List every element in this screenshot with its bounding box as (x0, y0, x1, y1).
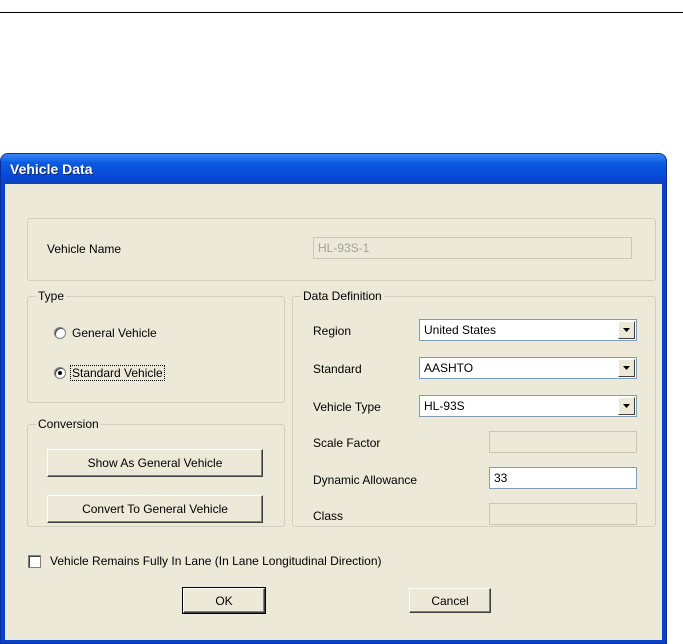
dynamic-allowance-field[interactable]: 33 (489, 467, 637, 489)
standard-dropdown-button[interactable] (618, 359, 635, 377)
region-dropdown-button[interactable] (618, 321, 635, 339)
lane-checkbox-label: Vehicle Remains Fully In Lane (In Lane L… (50, 554, 382, 568)
dialog-title: Vehicle Data (10, 161, 93, 177)
show-as-general-vehicle-label: Show As General Vehicle (87, 456, 223, 470)
convert-to-general-vehicle-button[interactable]: Convert To General Vehicle (47, 495, 263, 523)
class-label: Class (313, 509, 344, 523)
radio-button-selected[interactable] (54, 367, 66, 379)
standard-value: AASHTO (424, 361, 474, 375)
ok-button[interactable]: OK (182, 587, 266, 614)
vehicle-name-field[interactable]: HL-93S-1 (313, 237, 632, 259)
chevron-down-icon (623, 328, 630, 332)
radio-button[interactable] (54, 327, 66, 339)
region-value: United States (424, 323, 497, 337)
show-as-general-vehicle-button[interactable]: Show As General Vehicle (47, 449, 263, 477)
data-definition-group: Data Definition Region United States Sta… (292, 289, 656, 527)
radio-general-vehicle-label: General Vehicle (72, 326, 157, 340)
vehicle-type-label: Vehicle Type (313, 400, 381, 414)
conversion-group: Conversion Show As General Vehicle Conve… (27, 417, 285, 527)
scale-factor-field[interactable] (489, 431, 637, 453)
radio-dot-icon (58, 371, 62, 375)
class-field[interactable] (489, 503, 637, 525)
vehicle-data-dialog: Vehicle Data Vehicle Name HL-93S-1 Type … (0, 153, 667, 644)
convert-to-general-vehicle-label: Convert To General Vehicle (82, 502, 228, 516)
scale-factor-label: Scale Factor (313, 436, 381, 450)
dynamic-allowance-label: Dynamic Allowance (313, 473, 418, 487)
region-select[interactable]: United States (419, 319, 637, 341)
vehicle-type-dropdown-button[interactable] (618, 397, 635, 415)
cancel-button[interactable]: Cancel (409, 588, 491, 613)
dialog-client-area: Vehicle Name HL-93S-1 Type General Vehic… (5, 184, 662, 640)
vehicle-type-select[interactable]: HL-93S (419, 395, 637, 417)
data-definition-group-title: Data Definition (301, 289, 384, 303)
type-group-title: Type (36, 289, 67, 303)
radio-standard-vehicle-label: Standard Vehicle (70, 365, 165, 381)
standard-label: Standard (313, 362, 362, 376)
top-divider-line (0, 12, 683, 13)
chevron-down-icon (623, 404, 630, 408)
conversion-group-title: Conversion (36, 417, 101, 431)
ok-button-label: OK (215, 593, 233, 608)
chevron-down-icon (623, 366, 630, 370)
type-group: Type General Vehicle Standard Vehicle (27, 289, 285, 403)
vehicle-name-group: Vehicle Name HL-93S-1 (27, 218, 656, 281)
cancel-button-label: Cancel (431, 593, 469, 608)
lane-checkbox[interactable] (28, 555, 41, 568)
region-label: Region (313, 324, 352, 338)
vehicle-name-label: Vehicle Name (47, 242, 122, 256)
standard-select[interactable]: AASHTO (419, 357, 637, 379)
title-bar[interactable]: Vehicle Data (1, 154, 666, 184)
radio-standard-vehicle-label-wrap: Standard Vehicle (70, 365, 165, 381)
vehicle-type-value: HL-93S (424, 399, 465, 413)
